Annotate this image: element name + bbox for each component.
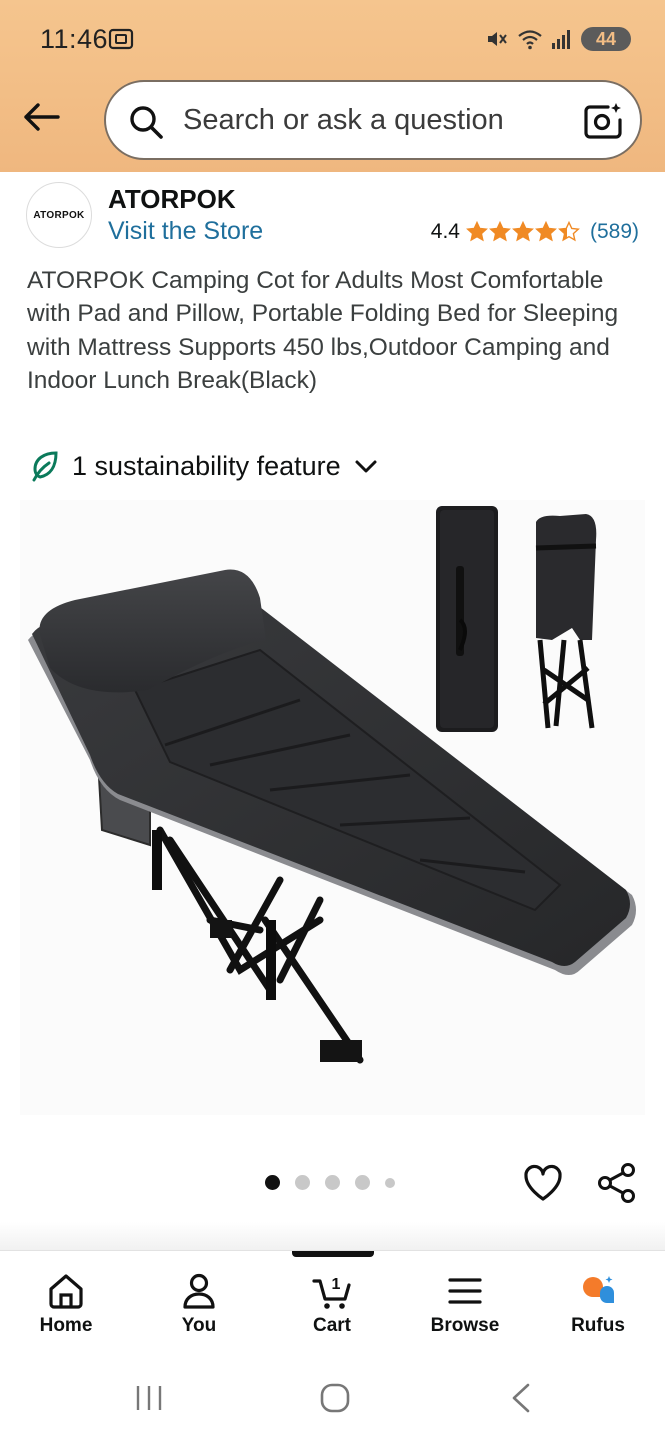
system-navigation — [0, 1350, 665, 1440]
menu-icon — [448, 1278, 482, 1304]
active-tab-indicator — [292, 1251, 374, 1257]
star-icon — [466, 221, 488, 242]
nav-home[interactable]: Home — [11, 1271, 121, 1337]
chevron-down-icon — [355, 460, 377, 473]
battery-level: 44 — [595, 28, 617, 49]
store-logo-text: ATORPOK — [33, 209, 85, 221]
star-icon — [558, 221, 580, 242]
image-carousel-dots[interactable] — [265, 1175, 395, 1190]
wifi-icon — [518, 30, 542, 50]
visit-store-link[interactable]: Visit the Store — [108, 217, 263, 246]
battery-indicator: 44 — [581, 27, 631, 51]
rating-count[interactable]: (589) — [590, 220, 639, 244]
cart-icon: 1 — [312, 1276, 351, 1309]
mute-icon — [488, 32, 507, 46]
status-icons: 44 — [485, 26, 631, 52]
heart-icon[interactable] — [522, 1162, 564, 1204]
nav-you-label: You — [181, 1315, 217, 1336]
person-icon — [183, 1273, 215, 1309]
camera-search-icon[interactable] — [582, 100, 624, 142]
star-icon — [489, 221, 511, 242]
sustainability-toggle[interactable]: 1 sustainability feature — [30, 450, 379, 482]
nav-browse-label: Browse — [430, 1315, 500, 1336]
divider — [0, 1222, 665, 1250]
nav-rufus[interactable]: Rufus — [543, 1271, 653, 1337]
product-title: ATORPOK Camping Cot for Adults Most Comf… — [27, 267, 619, 394]
search-input[interactable]: Search or ask a question — [104, 80, 642, 160]
star-icon — [535, 221, 557, 242]
product-image[interactable] — [20, 500, 645, 1115]
cart-count: 1 — [332, 1276, 341, 1293]
share-icon[interactable] — [596, 1162, 638, 1204]
search-placeholder: Search or ask a question — [183, 104, 504, 136]
star-icon — [512, 221, 534, 242]
camping-cot-illustration — [28, 506, 636, 1064]
store-logo[interactable]: ATORPOK — [26, 182, 92, 248]
store-name: ATORPOK — [108, 184, 236, 214]
recents-icon[interactable] — [134, 1384, 164, 1412]
back-button-icon[interactable] — [508, 1382, 536, 1414]
rufus-icon — [583, 1276, 614, 1303]
carousel-dot-1[interactable] — [265, 1175, 280, 1190]
signal-icon — [552, 30, 570, 49]
search-icon — [130, 106, 163, 139]
carousel-dot-2[interactable] — [295, 1175, 310, 1190]
home-button-icon[interactable] — [319, 1382, 351, 1414]
carousel-dot-4[interactable] — [355, 1175, 370, 1190]
back-arrow-icon[interactable] — [20, 96, 62, 138]
nav-cart[interactable]: 1 Cart — [277, 1271, 387, 1337]
nav-you[interactable]: You — [144, 1271, 254, 1337]
rating-value: 4.4 — [430, 220, 460, 243]
screenshot-icon — [108, 28, 134, 50]
home-icon — [49, 1274, 83, 1309]
leaf-icon — [32, 451, 58, 482]
carousel-dot-5[interactable] — [385, 1177, 395, 1188]
nav-home-label: Home — [39, 1315, 93, 1336]
nav-cart-label: Cart — [312, 1315, 351, 1336]
nav-rufus-label: Rufus — [571, 1315, 625, 1336]
header: 11:46 44 Search or ask a question — [0, 0, 665, 172]
star-rating — [466, 221, 580, 243]
sustainability-label: 1 sustainability feature — [72, 450, 341, 481]
bottom-navigation: Home You 1 Cart Browse Rufus — [0, 1250, 665, 1350]
nav-browse[interactable]: Browse — [410, 1271, 520, 1337]
status-time: 11:46 — [40, 24, 109, 54]
carousel-dot-3[interactable] — [325, 1175, 340, 1190]
rating[interactable]: 4.4 (589) — [431, 220, 639, 244]
status-bar: 11:46 44 — [0, 0, 665, 80]
